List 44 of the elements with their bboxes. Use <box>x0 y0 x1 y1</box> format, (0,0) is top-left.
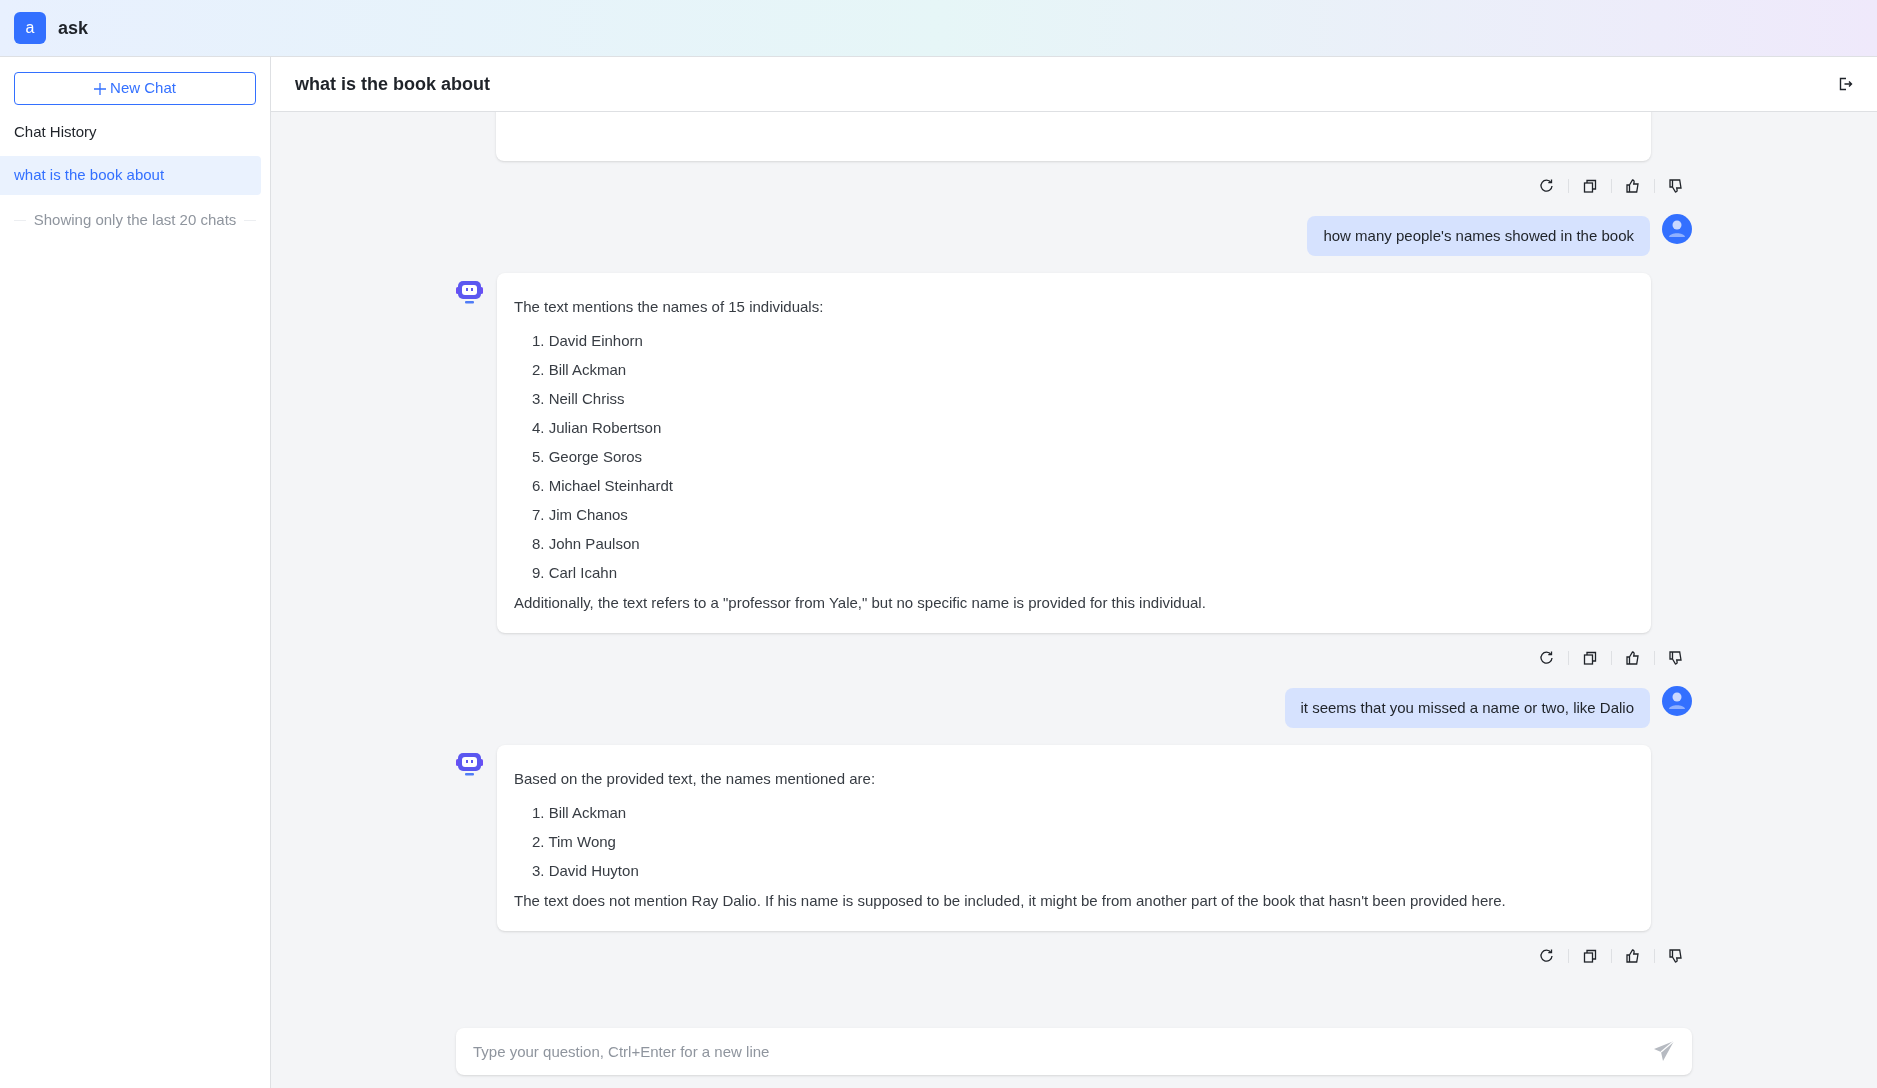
bot-icon <box>456 752 483 776</box>
list-item: 1. Bill Ackman <box>532 802 627 823</box>
message-text: Additionally, the text refers to a "professor from Yale," but no specific name is provided for this individual. <box>514 593 1207 613</box>
list-item: 3. Neill Chriss <box>532 388 625 409</box>
thumbs-down-icon[interactable] <box>1668 178 1684 194</box>
list-item: 6. Michael Steinhardt <box>532 475 673 496</box>
new-chat-button[interactable]: New Chat <box>14 72 256 105</box>
user-message: how many people's names showed in the book <box>1307 216 1650 256</box>
app-logo: a <box>14 12 46 44</box>
chat-title: what is the book about <box>295 72 490 96</box>
thumbs-up-icon[interactable] <box>1625 650 1641 666</box>
message-text: The text does not mention Ray Dalio. If his name is supposed to be included, it might be from another part of the book that hasn't been provided here. <box>514 891 1507 911</box>
copy-icon[interactable] <box>1582 178 1598 194</box>
list-item: 7. Jim Chanos <box>532 504 628 525</box>
bot-icon <box>456 280 483 304</box>
user-avatar <box>1662 686 1692 716</box>
list-item: 1. David Einhorn <box>532 330 643 351</box>
list-item: 4. Julian Robertson <box>532 417 662 438</box>
copy-icon[interactable] <box>1582 948 1598 964</box>
list-item: 9. Carl Icahn <box>532 562 618 583</box>
message-text: The text mentions the names of 15 individuals: <box>514 297 825 317</box>
history-note: Showing only the last 20 chats <box>33 210 237 230</box>
history-item[interactable]: what is the book about <box>0 156 261 195</box>
thumbs-up-icon[interactable] <box>1625 948 1641 964</box>
exit-icon[interactable] <box>1839 77 1853 91</box>
copy-icon[interactable] <box>1582 650 1598 666</box>
thumbs-down-icon[interactable] <box>1668 650 1684 666</box>
thumbs-up-icon[interactable] <box>1625 178 1641 194</box>
user-message: it seems that you missed a name or two, like Dalio <box>1284 688 1650 728</box>
app-name: ask <box>58 16 89 40</box>
section-title: Chat History <box>14 122 98 141</box>
list-item: 3. David Huyton <box>532 860 639 881</box>
list-item: 2. Tim Wong <box>532 831 616 852</box>
user-avatar <box>1662 214 1692 244</box>
list-item: 5. George Soros <box>532 446 643 467</box>
message-text: Based on the provided text, the names mentioned are: <box>514 769 877 789</box>
list-item: 8. John Paulson <box>532 533 640 554</box>
question-field[interactable]: Type your question, Ctrl+Enter for a new line <box>456 1028 1692 1075</box>
list-item: 2. Bill Ackman <box>532 359 627 380</box>
thumbs-down-icon[interactable] <box>1668 948 1684 964</box>
regenerate-icon[interactable] <box>1539 650 1555 666</box>
regenerate-icon[interactable] <box>1539 948 1555 964</box>
plus-icon <box>94 82 107 95</box>
regenerate-icon[interactable] <box>1539 178 1555 194</box>
